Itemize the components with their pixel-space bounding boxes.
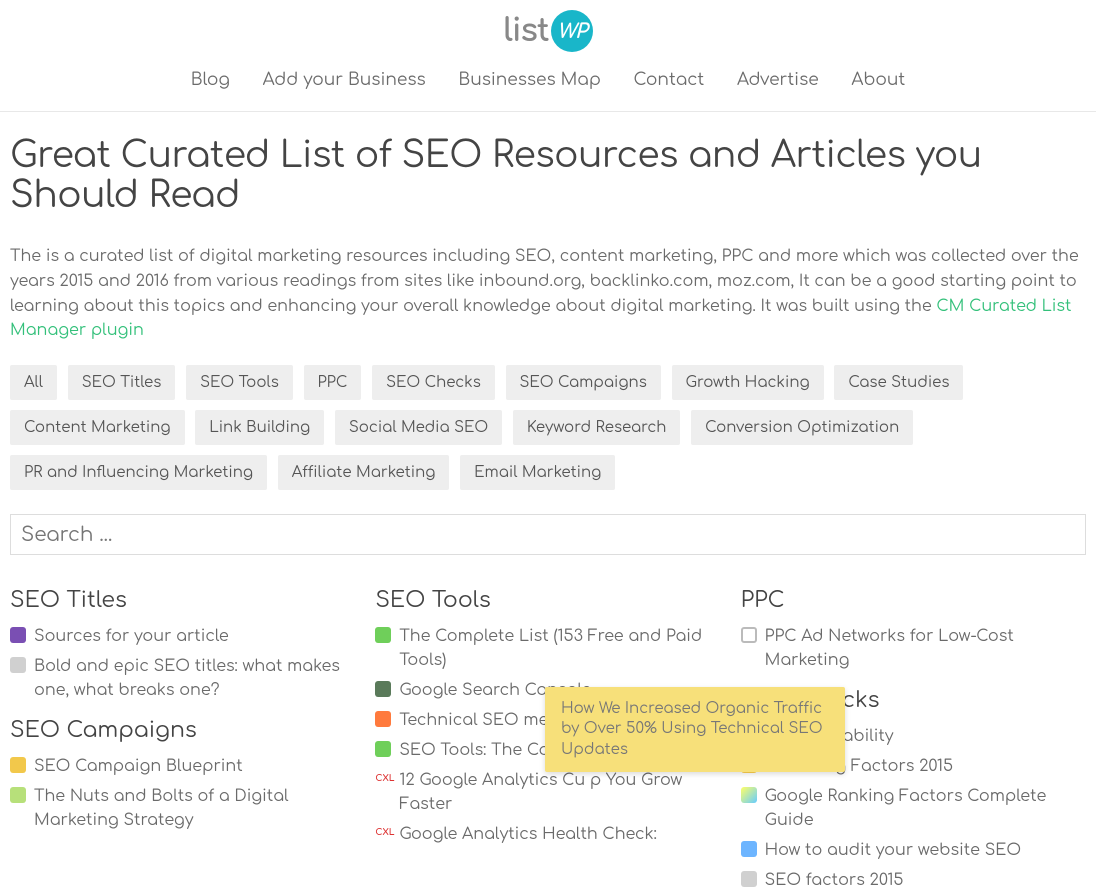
shield-icon [375,681,391,697]
item-text: The Nuts and Bolts of a Digital Marketin… [34,784,355,832]
section-heading: PPC [741,589,1086,613]
list-item[interactable]: The Nuts and Bolts of a Digital Marketin… [10,781,355,835]
section-heading: SEO Campaigns [10,719,355,743]
filter-ppc[interactable]: PPC [304,365,362,400]
book-icon [10,787,26,803]
page-title: Great Curated List of SEO Resources and … [10,136,1086,216]
list-item[interactable]: Google Ranking Factors Complete Guide [741,781,1086,835]
filter-content-marketing[interactable]: Content Marketing [10,410,185,445]
search-container [10,514,1086,555]
category-filters: All SEO Titles SEO Tools PPC SEO Checks … [10,365,1086,500]
filter-email-marketing[interactable]: Email Marketing [460,455,615,490]
doc-icon [741,787,757,803]
nav-advertise[interactable]: Advertise [737,70,819,89]
item-text: Google Analytics Health Check: [399,822,657,846]
person-icon [10,757,26,773]
filter-link-building[interactable]: Link Building [195,410,324,445]
item-text: The Complete List (153 Free and Paid Too… [399,624,720,672]
cxl-icon: CXL [375,771,391,787]
list-item[interactable]: PPC Ad Networks for Low-Cost Marketing [741,621,1086,675]
logo-text-left: list [503,14,548,49]
filter-all[interactable]: All [10,365,57,400]
list-item[interactable]: SEO Campaign Blueprint [10,751,355,781]
resource-columns: SEO Titles Sources for your article Bold… [10,575,1086,895]
section-heading: SEO Tools [375,589,720,613]
filter-pr-influencing[interactable]: PR and Influencing Marketing [10,455,267,490]
section-ppc: PPC PPC Ad Networks for Low-Cost Marketi… [741,589,1086,675]
item-text: Bold and epic SEO titles: what makes one… [34,654,355,702]
section-heading: SEO Titles [10,589,355,613]
ring-icon [741,627,757,643]
site-logo[interactable]: list WP [503,10,592,52]
cxl-icon: CXL [375,825,391,841]
main-content: Great Curated List of SEO Resources and … [0,112,1096,895]
filter-keyword-research[interactable]: Keyword Research [513,410,681,445]
filter-social-media-seo[interactable]: Social Media SEO [335,410,502,445]
item-text: 12 Google Analytics Cu p You Grow Faster [399,768,720,816]
nav-about[interactable]: About [851,70,905,89]
site-header: list WP Blog Add your Business Businesse… [0,0,1096,112]
list-item[interactable]: The Complete List (153 Free and Paid Too… [375,621,720,675]
nav-contact[interactable]: Contact [634,70,705,89]
list-item[interactable]: Bold and epic SEO titles: what makes one… [10,651,355,705]
filter-seo-campaigns[interactable]: SEO Campaigns [506,365,661,400]
item-text: PPC Ad Networks for Low-Cost Marketing [765,624,1086,672]
filter-conversion-optimization[interactable]: Conversion Optimization [691,410,913,445]
crown-icon [10,627,26,643]
column-1: SEO Titles Sources for your article Bold… [10,575,355,895]
intro-paragraph: The is a curated list of digital marketi… [10,244,1086,343]
list-item[interactable]: SEO factors 2015 [741,865,1086,895]
filter-affiliate-marketing[interactable]: Affiliate Marketing [278,455,450,490]
circle-icon [375,741,391,757]
hand-icon [741,841,757,857]
circle-icon [375,627,391,643]
item-text: Sources for your article [34,624,229,648]
nav-businesses-map[interactable]: Businesses Map [458,70,600,89]
item-text: Google Ranking Factors Complete Guide [765,784,1086,832]
intro-text: The is a curated list of digital marketi… [10,247,1079,315]
section-seo-campaigns: SEO Campaigns SEO Campaign Blueprint The… [10,719,355,835]
nav-add-business[interactable]: Add your Business [263,70,426,89]
item-text: SEO Campaign Blueprint [34,754,243,778]
list-item[interactable]: Sources for your article [10,621,355,651]
list-item[interactable]: CXL 12 Google Analytics Cu p You Grow Fas… [375,765,720,819]
filter-case-studies[interactable]: Case Studies [834,365,963,400]
globe-icon [10,657,26,673]
filter-seo-tools[interactable]: SEO Tools [186,365,293,400]
section-seo-titles: SEO Titles Sources for your article Bold… [10,589,355,705]
nav-blog[interactable]: Blog [191,70,230,89]
logo-badge: WP [551,10,593,52]
item-text: How to audit your website SEO [765,838,1021,862]
item-text: SEO factors 2015 [765,868,904,892]
list-item[interactable]: How to audit your website SEO [741,835,1086,865]
hubspot-icon [375,711,391,727]
search-input[interactable] [10,514,1086,555]
hover-tooltip: How We Increased Organic Traffic by Over… [545,687,845,772]
filter-seo-checks[interactable]: SEO Checks [372,365,495,400]
globe-icon [741,871,757,887]
top-nav: Blog Add your Business Businesses Map Co… [0,52,1096,111]
list-item[interactable]: CXL Google Analytics Health Check: [375,819,720,849]
filter-growth-hacking[interactable]: Growth Hacking [672,365,824,400]
filter-seo-titles[interactable]: SEO Titles [68,365,176,400]
